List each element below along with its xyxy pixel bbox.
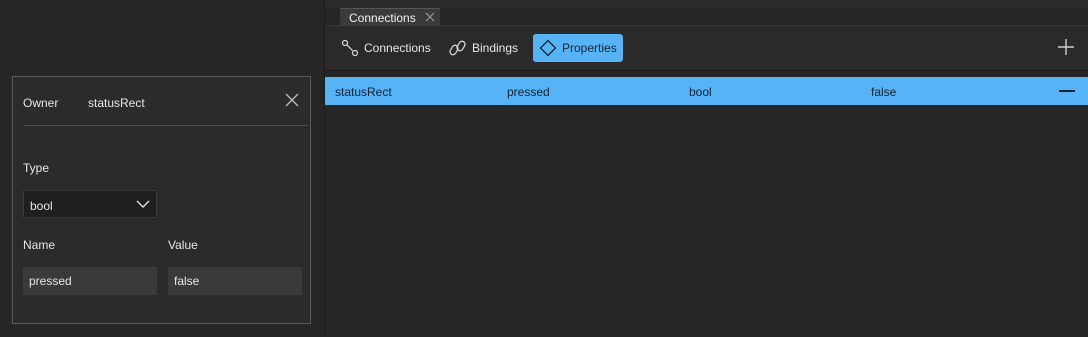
add-icon[interactable]	[1056, 37, 1076, 57]
connections-button[interactable]: Connections	[335, 34, 435, 62]
name-field[interactable]	[23, 267, 157, 295]
tab-connections[interactable]: Connections	[340, 8, 440, 25]
bindings-button[interactable]: Bindings	[443, 34, 523, 62]
type-select-value: bool	[30, 199, 53, 213]
owner-value: statusRect	[88, 96, 145, 110]
link-icon	[449, 40, 466, 56]
bindings-label: Bindings	[472, 41, 519, 55]
properties-label: Properties	[562, 41, 617, 55]
chevron-down-icon	[136, 200, 150, 208]
value-label: Value	[168, 238, 198, 252]
properties-button[interactable]: Properties	[533, 34, 623, 62]
row-owner: statusRect	[335, 85, 392, 99]
remove-icon[interactable]	[1059, 90, 1075, 92]
properties-list: statusRect pressed bool false	[325, 70, 1088, 337]
table-row[interactable]: statusRect pressed bool false	[325, 77, 1088, 105]
row-value: false	[871, 85, 897, 99]
row-name: pressed	[507, 85, 550, 99]
connections-icon	[341, 39, 359, 57]
row-type: bool	[689, 85, 712, 99]
property-editor-dialog: Owner statusRect Type bool Name Value	[12, 76, 311, 324]
connections-label: Connections	[364, 41, 431, 55]
separator	[23, 125, 308, 126]
value-field[interactable]	[168, 267, 302, 295]
close-tab-icon[interactable]	[424, 11, 436, 23]
toolbar: Connections Bindings Properties	[325, 26, 1088, 70]
type-label: Type	[23, 161, 50, 175]
diamond-icon	[539, 39, 557, 57]
name-label: Name	[23, 238, 56, 252]
type-select[interactable]: bool	[23, 190, 157, 218]
owner-label: Owner	[23, 96, 59, 110]
tab-label: Connections	[349, 11, 416, 25]
connections-view: Connections Connections Bindings Propert…	[325, 0, 1088, 337]
close-icon[interactable]	[283, 91, 301, 109]
tab-bar	[325, 0, 1088, 8]
